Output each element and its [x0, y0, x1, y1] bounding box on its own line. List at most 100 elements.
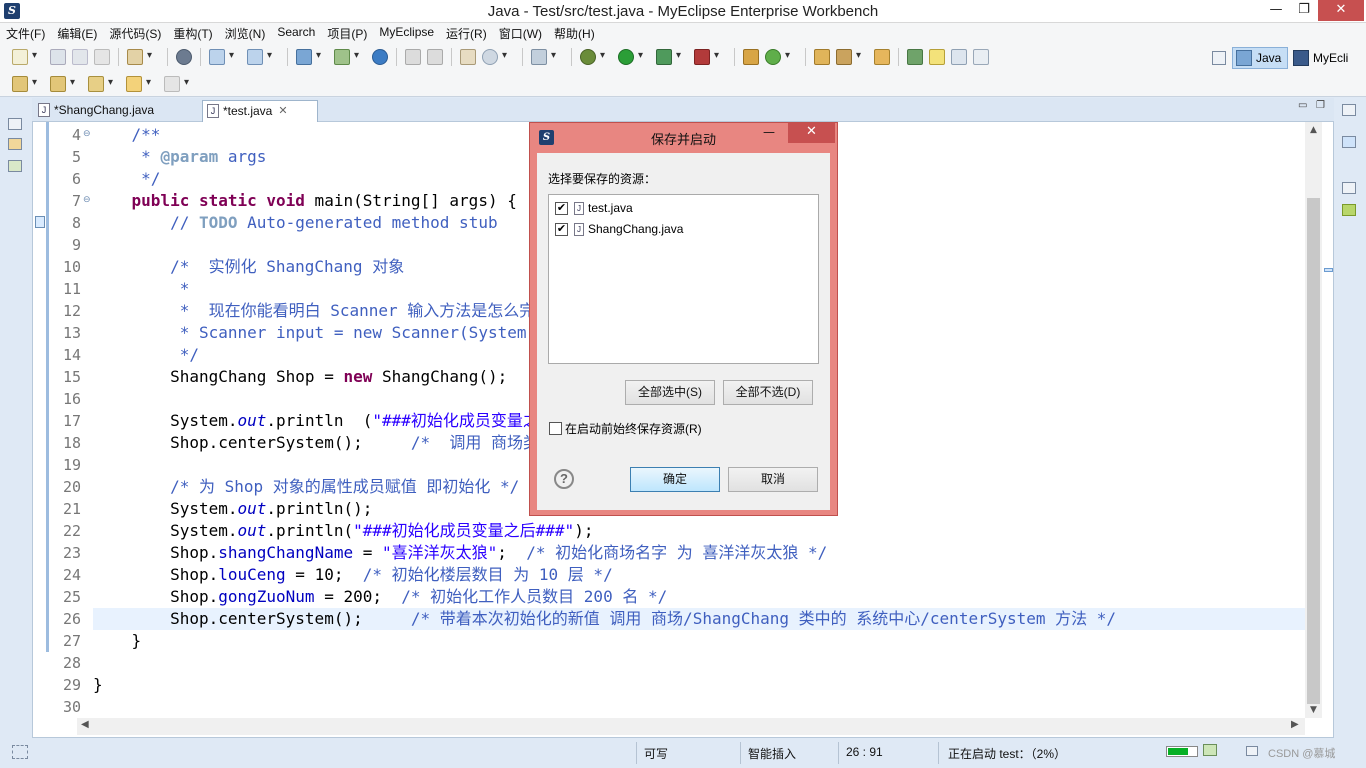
menu-window[interactable]: 窗口(W)	[493, 23, 548, 43]
resource-item-shangchang-java[interactable]: ✔ J ShangChang.java	[555, 220, 683, 238]
block-select-icon[interactable]	[951, 49, 967, 65]
external-tools-icon[interactable]	[694, 49, 719, 65]
new-web-project-icon[interactable]	[247, 49, 272, 65]
last-edit-location-icon[interactable]	[88, 75, 113, 92]
paste-icon[interactable]	[427, 49, 443, 65]
browser-icon[interactable]	[372, 49, 388, 65]
dialog-minimize-button[interactable]: —	[756, 123, 782, 143]
restore-view-icon[interactable]	[1342, 182, 1356, 194]
hierarchy-icon[interactable]	[8, 160, 22, 172]
menu-file[interactable]: 文件(F)	[0, 23, 51, 43]
run-icon[interactable]	[618, 49, 643, 65]
maximize-pane-icon[interactable]: ❐	[1316, 100, 1325, 111]
deselect-all-button[interactable]: 全部不选(D)	[723, 380, 813, 405]
line-number: 29	[62, 676, 81, 694]
scroll-down-icon[interactable]: ▼	[1305, 705, 1322, 715]
horizontal-scrollbar[interactable]: ◀ ▶	[77, 718, 1305, 735]
save-all-icon[interactable]	[72, 49, 88, 65]
open-project-icon[interactable]	[814, 49, 830, 65]
always-save-checkbox[interactable]	[549, 422, 562, 435]
previous-annotation-icon[interactable]	[50, 75, 75, 92]
status-separator	[938, 742, 939, 764]
save-icon[interactable]	[50, 49, 66, 65]
next-annotation-icon[interactable]	[12, 75, 37, 92]
minimize-pane-icon[interactable]: ▭	[1298, 100, 1307, 111]
fast-view-icon[interactable]	[12, 745, 28, 759]
progress-view-icon[interactable]	[1203, 744, 1217, 756]
pin-icon[interactable]	[907, 49, 923, 65]
menu-bar: 文件(F) 编辑(E) 源代码(S) 重构(T) 浏览(N) Search 项目…	[0, 23, 1366, 43]
debug-icon[interactable]	[580, 49, 605, 65]
restore-view-icon[interactable]	[1342, 104, 1356, 116]
fold-toggle-icon[interactable]: ⊖	[83, 195, 91, 205]
deploy-icon[interactable]	[127, 49, 152, 65]
toolbar-separator	[167, 48, 168, 66]
run-profile-icon[interactable]	[656, 49, 681, 65]
cancel-button[interactable]: 取消	[728, 467, 818, 492]
always-save-option[interactable]: 在启动前始终保存资源(R)	[549, 420, 702, 437]
menu-run[interactable]: 运行(R)	[440, 23, 493, 43]
tab-shangchang-java[interactable]: J *ShangChang.java	[34, 100, 194, 122]
scroll-left-icon[interactable]: ◀	[81, 719, 89, 730]
open-perspective-icon[interactable]	[1212, 51, 1226, 65]
menu-source[interactable]: 源代码(S)	[103, 23, 167, 43]
package-explorer-icon[interactable]	[8, 138, 22, 150]
outline-icon[interactable]	[1342, 136, 1356, 148]
line-number: 22	[62, 522, 81, 540]
menu-refactor[interactable]: 重构(T)	[167, 23, 218, 43]
resource-checkbox[interactable]: ✔	[555, 201, 568, 215]
search-web-icon[interactable]	[482, 49, 507, 65]
forward-icon[interactable]	[164, 75, 189, 92]
scroll-up-icon[interactable]: ▲	[1305, 125, 1322, 135]
ok-button[interactable]: 确定	[630, 467, 720, 492]
camera-icon[interactable]	[531, 49, 556, 65]
new-package-icon[interactable]	[743, 49, 759, 65]
line-number: 14	[62, 346, 81, 364]
tab-test-java[interactable]: J *test.java ✕	[202, 100, 318, 122]
cut-icon[interactable]	[405, 49, 421, 65]
dialog-close-button[interactable]: ✕	[788, 123, 835, 143]
menu-project[interactable]: 项目(P)	[321, 23, 373, 43]
refresh-icon[interactable]	[765, 49, 790, 65]
fold-toggle-icon[interactable]: ⊖	[83, 129, 91, 139]
menu-edit[interactable]: 编辑(E)	[51, 23, 103, 43]
new-java-project-icon[interactable]	[209, 49, 234, 65]
vertical-scrollbar[interactable]: ▲ ▼	[1305, 122, 1322, 718]
menu-search[interactable]: Search	[271, 23, 321, 43]
tasks-icon[interactable]	[1342, 204, 1356, 216]
help-icon[interactable]: ?	[554, 469, 574, 489]
open-type-icon[interactable]	[296, 49, 321, 65]
close-button[interactable]: ✕	[1318, 0, 1364, 21]
menu-navigate[interactable]: 浏览(N)	[219, 23, 272, 43]
open-folder-icon[interactable]	[874, 49, 890, 65]
maximize-button[interactable]: ❐	[1290, 0, 1318, 21]
restore-view-icon[interactable]	[1246, 746, 1258, 756]
resource-checkbox[interactable]: ✔	[555, 222, 568, 236]
server-icon[interactable]	[176, 49, 192, 65]
close-tab-icon[interactable]: ✕	[278, 104, 287, 117]
brush-icon[interactable]	[836, 49, 861, 65]
dialog-body: 选择要保存的资源： ✔ J test.java ✔ J ShangChang.j…	[537, 153, 830, 510]
new-folder-icon[interactable]	[460, 49, 476, 65]
resource-list[interactable]: ✔ J test.java ✔ J ShangChang.java	[548, 194, 819, 364]
overview-marker[interactable]	[1324, 268, 1333, 272]
menu-help[interactable]: 帮助(H)	[548, 23, 601, 43]
scroll-right-icon[interactable]: ▶	[1291, 719, 1299, 730]
highlight-icon[interactable]	[929, 49, 945, 65]
menu-myeclipse[interactable]: MyEclipse	[373, 23, 440, 43]
resource-item-test-java[interactable]: ✔ J test.java	[555, 199, 633, 217]
select-all-button[interactable]: 全部选中(S)	[625, 380, 715, 405]
perspective-myeclipse[interactable]: MyEcli	[1290, 47, 1366, 69]
back-icon[interactable]	[126, 75, 151, 92]
minimize-button[interactable]: —	[1262, 0, 1290, 21]
whitespace-icon[interactable]	[973, 49, 989, 65]
task-marker-icon[interactable]	[35, 216, 45, 228]
new-class-icon[interactable]	[334, 49, 359, 65]
print-icon[interactable]	[94, 49, 110, 65]
window-title: Java - Test/src/test.java - MyEclipse En…	[487, 3, 879, 20]
new-icon[interactable]	[12, 49, 37, 65]
perspective-java[interactable]: Java	[1232, 47, 1288, 69]
scrollbar-thumb[interactable]	[1307, 198, 1320, 704]
tab-label: *test.java	[223, 104, 273, 118]
restore-view-icon[interactable]	[8, 118, 22, 130]
